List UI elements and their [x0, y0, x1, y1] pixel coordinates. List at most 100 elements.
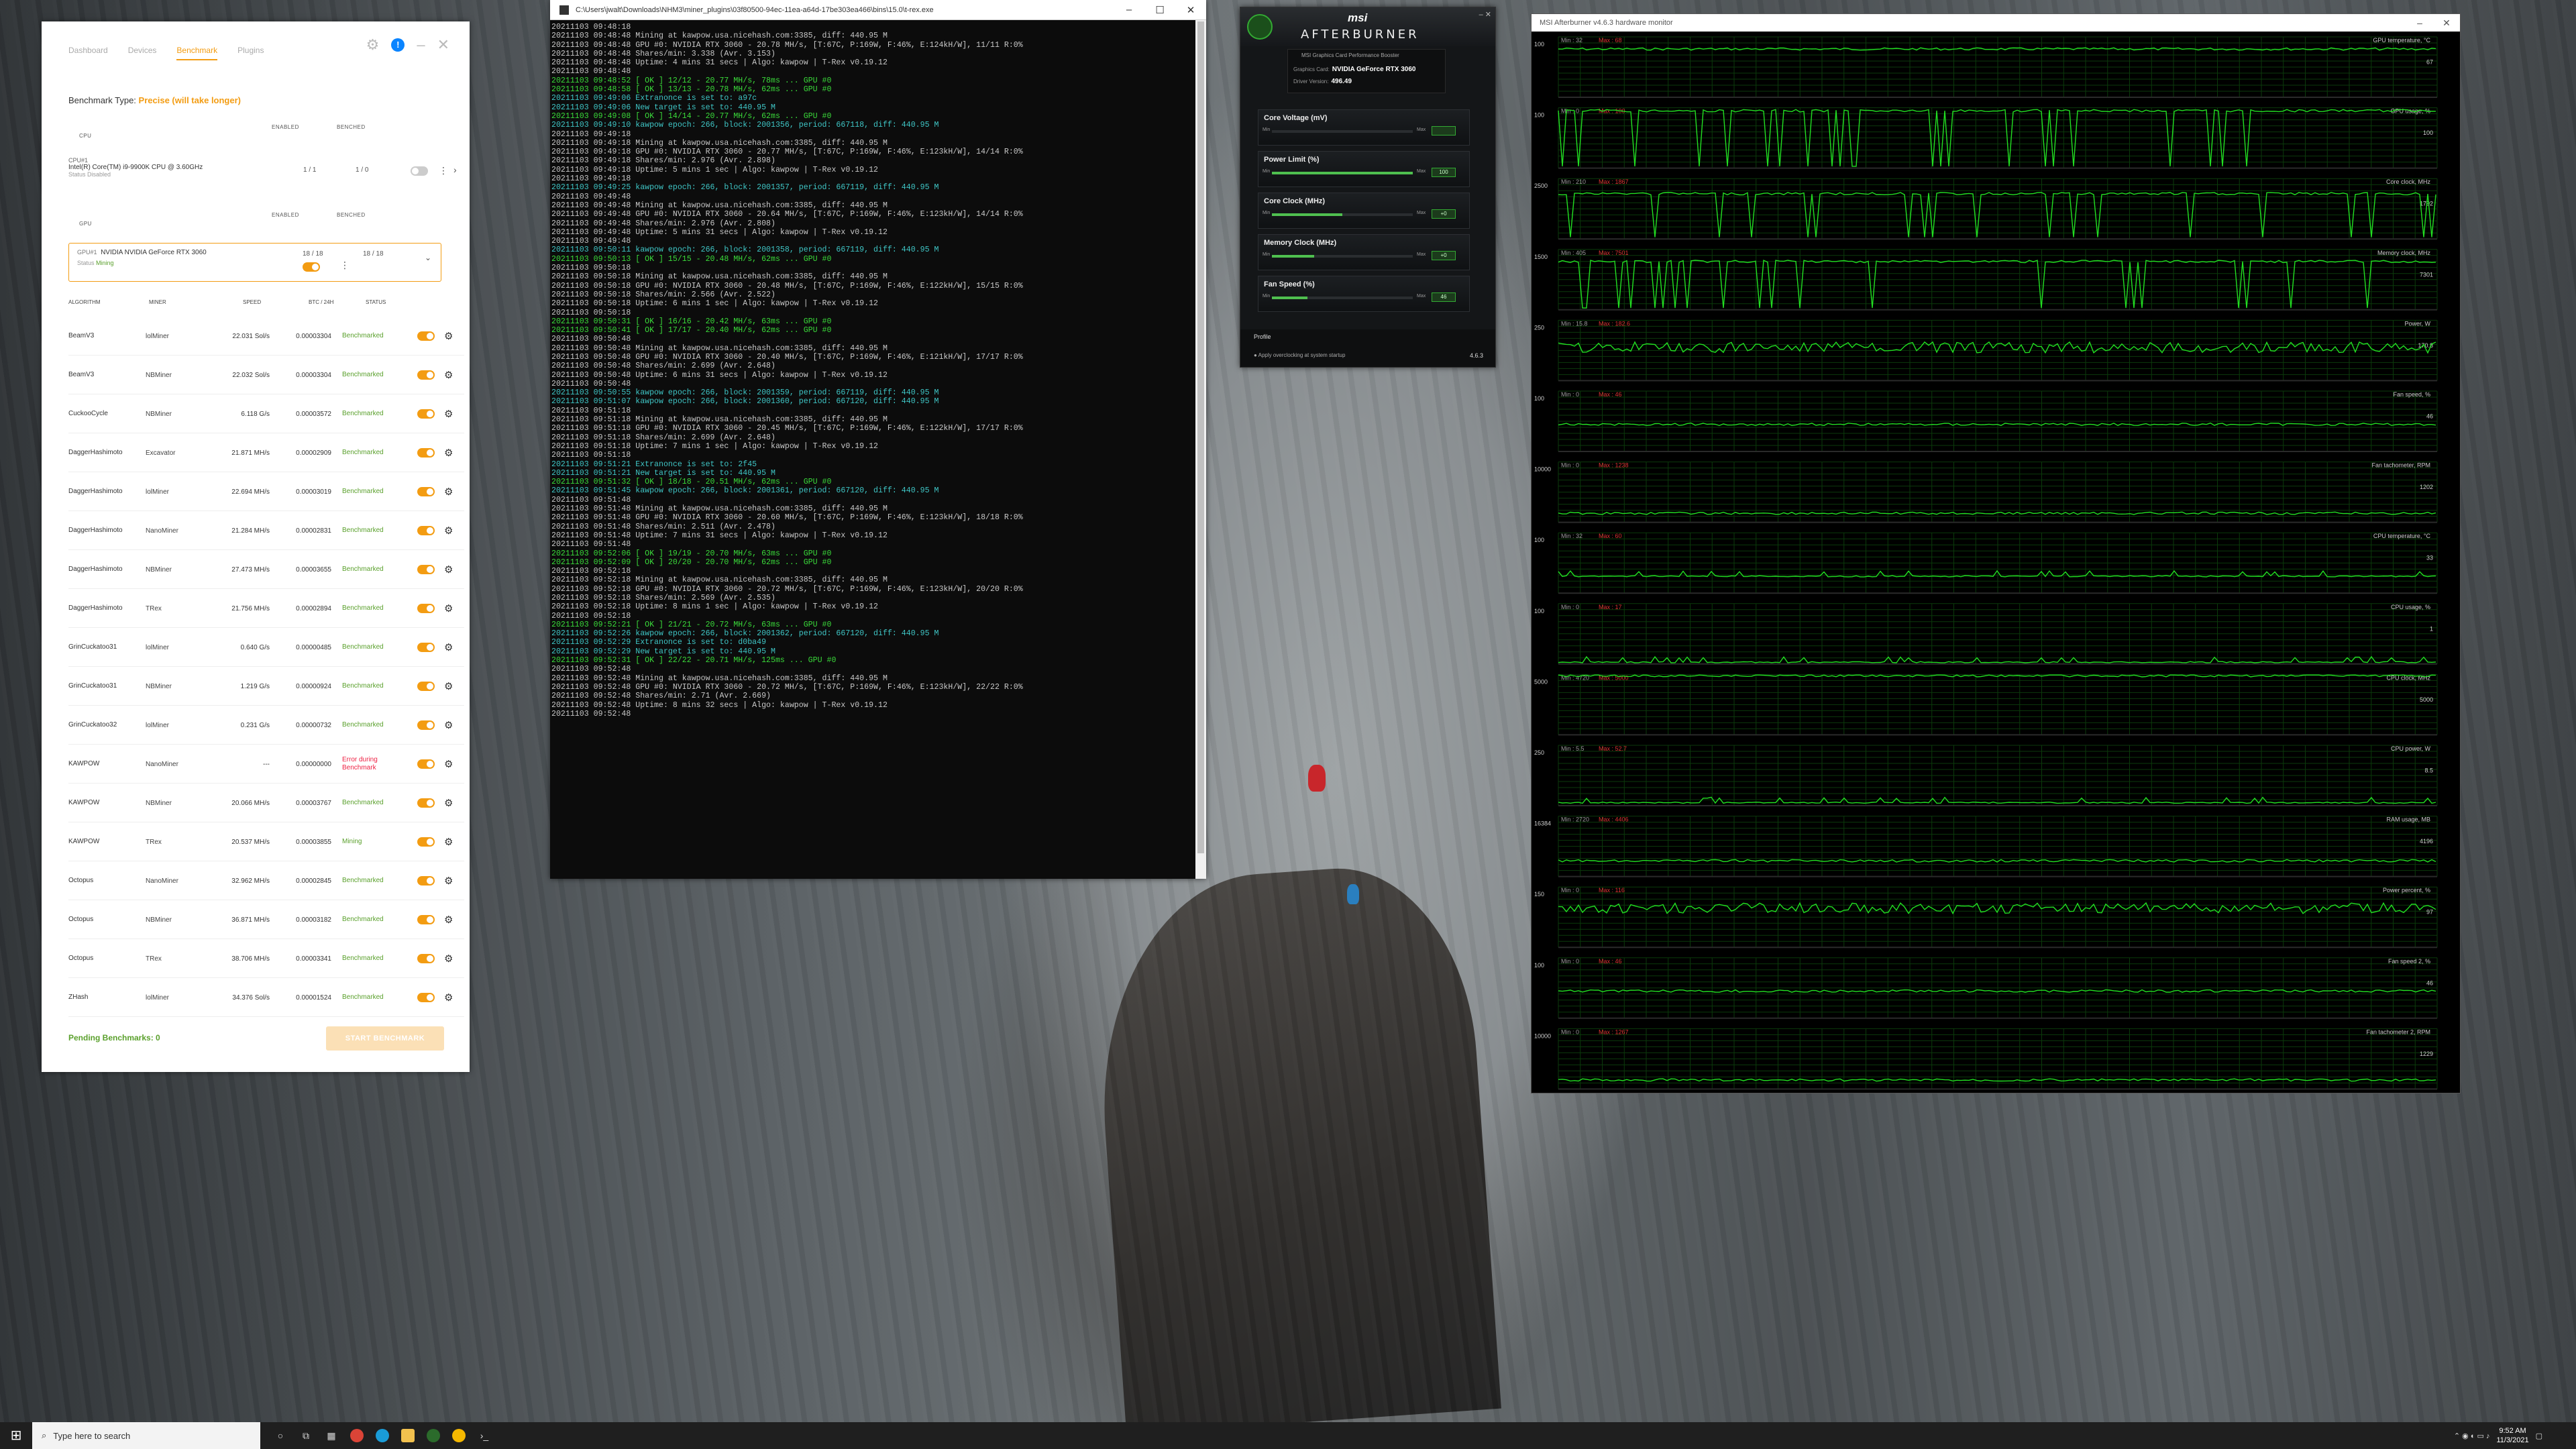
file-explorer-icon[interactable]: [401, 1429, 415, 1442]
close-icon[interactable]: ✕: [2433, 17, 2460, 29]
table-row[interactable]: CuckooCycle NBMiner 6.118 G/s 0.00003572 Ben…: [68, 394, 464, 433]
slider-2[interactable]: Power Limit (%) Min Max 100: [1258, 151, 1470, 187]
table-row[interactable]: DaggerHashimoto lolMiner 22.694 MH/s 0.0000…: [68, 472, 464, 511]
table-row[interactable]: DaggerHashimoto Excavator 21.871 MH/s 0.000…: [68, 433, 464, 472]
row-toggle[interactable]: [417, 667, 437, 706]
table-row[interactable]: KAWPOW TRex 20.537 MH/s 0.00003855 Mining ⚙: [68, 822, 464, 861]
table-row[interactable]: DaggerHashimoto NBMiner 27.473 MH/s 0.00003…: [68, 550, 464, 589]
row-toggle[interactable]: [417, 394, 437, 433]
slider-4[interactable]: Memory Clock (MHz) Min Max +0: [1258, 234, 1470, 270]
tab-benchmark[interactable]: Benchmark: [176, 46, 218, 60]
gear-icon[interactable]: ⚙: [444, 978, 458, 1017]
chevron-right-icon[interactable]: ›: [453, 164, 457, 175]
gear-icon[interactable]: ⚙: [444, 550, 458, 589]
gear-icon[interactable]: ⚙: [444, 745, 458, 784]
edge-icon[interactable]: [376, 1429, 389, 1442]
profile-label[interactable]: Profile: [1254, 333, 1271, 340]
slider-1[interactable]: Core Voltage (mV) Min Max: [1258, 109, 1470, 146]
gear-icon[interactable]: ⚙: [444, 939, 458, 978]
close-icon[interactable]: ✕: [437, 38, 449, 52]
row-toggle[interactable]: [417, 550, 437, 589]
row-toggle[interactable]: [417, 356, 437, 394]
slider-value[interactable]: [1432, 126, 1456, 136]
cpu-toggle[interactable]: [411, 166, 428, 176]
slider-track[interactable]: [1272, 213, 1413, 216]
table-row[interactable]: GrinCuckatoo31 lolMiner 0.640 G/s 0.0000048…: [68, 628, 464, 667]
gpu-device[interactable]: GPU#1 NVIDIA NVIDIA GeForce RTX 3060 Sta…: [68, 243, 441, 282]
table-row[interactable]: Octopus TRex 38.706 MH/s 0.00003341 Benchmar…: [68, 939, 464, 978]
clock[interactable]: 9:52 AM 11/3/2021: [2496, 1426, 2528, 1445]
chrome-icon[interactable]: [350, 1429, 364, 1442]
gear-icon[interactable]: ⚙: [444, 317, 458, 356]
gear-icon[interactable]: ⚙: [444, 667, 458, 706]
gear-icon[interactable]: ⚙: [444, 628, 458, 667]
gear-icon[interactable]: ⚙: [444, 861, 458, 900]
row-toggle[interactable]: [417, 589, 437, 628]
more-icon[interactable]: ⋮: [340, 260, 350, 271]
info-icon[interactable]: !: [391, 38, 405, 52]
afterburner-icon[interactable]: [427, 1429, 440, 1442]
chevron-down-icon[interactable]: ⌄: [425, 253, 431, 262]
row-toggle[interactable]: [417, 822, 437, 861]
tray-icons[interactable]: ⌃ ◉ ◐ ▭ ♪: [2454, 1432, 2490, 1440]
cpu-device[interactable]: CPU#1 Intel(R) Core(TM) i9-9900K CPU @ 3…: [68, 157, 470, 178]
table-row[interactable]: ZHash lolMiner 34.376 Sol/s 0.00001524 Bench…: [68, 978, 464, 1017]
row-toggle[interactable]: [417, 317, 437, 356]
table-row[interactable]: KAWPOW NBMiner 20.066 MH/s 0.00003767 Benchm…: [68, 784, 464, 822]
table-row[interactable]: BeamV3 lolMiner 22.031 Sol/s 0.00003304 Benc…: [68, 317, 464, 356]
table-row[interactable]: Octopus NBMiner 36.871 MH/s 0.00003182 Bench…: [68, 900, 464, 939]
row-toggle[interactable]: [417, 784, 437, 822]
console-scrollbar[interactable]: [1195, 20, 1206, 879]
slider-value[interactable]: 46: [1432, 292, 1456, 302]
cortana-icon[interactable]: ○: [274, 1429, 287, 1442]
slider-track[interactable]: [1272, 255, 1413, 258]
gear-icon[interactable]: ⚙: [444, 589, 458, 628]
search-box[interactable]: ⌕ Type here to search: [32, 1422, 260, 1449]
tab-plugins[interactable]: Plugins: [237, 46, 264, 60]
slider-track[interactable]: [1272, 172, 1413, 174]
table-row[interactable]: DaggerHashimoto TRex 21.756 MH/s 0.00002894…: [68, 589, 464, 628]
calculator-icon[interactable]: ▦: [325, 1429, 338, 1442]
row-toggle[interactable]: [417, 900, 437, 939]
row-toggle[interactable]: [417, 978, 437, 1017]
row-toggle[interactable]: [417, 433, 437, 472]
minimize-icon[interactable]: –: [417, 38, 425, 52]
row-toggle[interactable]: [417, 939, 437, 978]
windows-start-icon[interactable]: ⊞: [0, 1422, 32, 1449]
gear-icon[interactable]: ⚙: [366, 38, 380, 52]
row-toggle[interactable]: [417, 861, 437, 900]
slider-track[interactable]: [1272, 297, 1413, 299]
slider-value[interactable]: 100: [1432, 168, 1456, 177]
row-toggle[interactable]: [417, 745, 437, 784]
table-row[interactable]: Octopus NanoMiner 32.962 MH/s 0.00002845 Ben…: [68, 861, 464, 900]
startup-checkbox[interactable]: ● Apply overclocking at system startup: [1254, 352, 1345, 358]
slider-3[interactable]: Core Clock (MHz) Min Max +0: [1258, 193, 1470, 229]
start-benchmark-button[interactable]: START BENCHMARK: [326, 1026, 444, 1051]
row-toggle[interactable]: [417, 472, 437, 511]
terminal-icon[interactable]: ›_: [478, 1429, 491, 1442]
tab-dashboard[interactable]: Dashboard: [68, 46, 108, 60]
gear-icon[interactable]: ⚙: [444, 900, 458, 939]
maximize-icon[interactable]: ☐: [1144, 4, 1175, 16]
slider-value[interactable]: +0: [1432, 209, 1456, 219]
row-toggle[interactable]: [417, 706, 437, 745]
gear-icon[interactable]: ⚙: [444, 822, 458, 861]
table-row[interactable]: GrinCuckatoo31 NBMiner 1.219 G/s 0.00000924…: [68, 667, 464, 706]
task-view-icon[interactable]: ⧉: [299, 1429, 313, 1442]
gear-icon[interactable]: ⚙: [444, 511, 458, 550]
row-toggle[interactable]: [417, 628, 437, 667]
more-icon[interactable]: ⋮: [439, 165, 448, 176]
gpu-toggle[interactable]: [303, 262, 320, 272]
row-toggle[interactable]: [417, 511, 437, 550]
gear-icon[interactable]: ⚙: [444, 784, 458, 822]
gear-icon[interactable]: ⚙: [444, 433, 458, 472]
gear-icon[interactable]: ⚙: [444, 394, 458, 433]
gear-icon[interactable]: ⚙: [444, 706, 458, 745]
table-row[interactable]: GrinCuckatoo32 lolMiner 0.231 G/s 0.0000073…: [68, 706, 464, 745]
table-row[interactable]: KAWPOW NanoMiner --- 0.00000000 Error during…: [68, 745, 464, 784]
gear-icon[interactable]: ⚙: [444, 472, 458, 511]
table-row[interactable]: BeamV3 NBMiner 22.032 Sol/s 0.00003304 Bench…: [68, 356, 464, 394]
slider-track[interactable]: [1272, 130, 1413, 133]
gear-icon[interactable]: ⚙: [444, 356, 458, 394]
close-icon[interactable]: ✕: [1175, 4, 1206, 16]
